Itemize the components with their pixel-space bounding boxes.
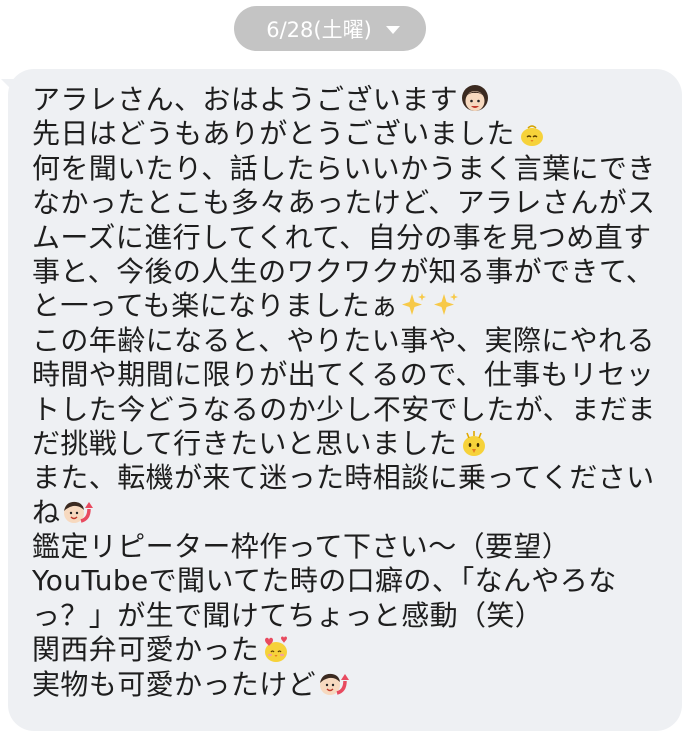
date-header[interactable]: 6/28(土曜): [234, 6, 426, 51]
message-line: 何を聞いたり、話したらいいかうまく言葉にでき: [32, 151, 656, 185]
message-line: ね: [32, 496, 662, 530]
message-line: っ？」が生で聞けてちょっと感動（笑）: [32, 598, 544, 632]
message-line: と一っても楽になりましたぁ: [32, 289, 662, 323]
message-line: 事と、今後の人生のワクワクが知る事ができて、: [32, 254, 655, 288]
message-line: 実物も可愛かったけど: [32, 668, 662, 702]
message-line: だ挑戦して行きたいと思いました: [32, 427, 662, 461]
excited-chick-emoji-icon: [459, 428, 489, 458]
message-line: 鑑定リピーター枠作って下さい〜（要望）: [32, 530, 571, 564]
message-line: また、転機が来て迷った時相談に乗ってください: [32, 461, 655, 495]
message-line: YouTubeで聞いてた時の口癖の、「なんやろな: [32, 564, 617, 598]
message-line: トした今どうなるのか少し不安でしたが、まだま: [32, 392, 656, 426]
chevron-down-icon: [385, 25, 400, 34]
chick-with-hearts-emoji-icon: [261, 634, 293, 664]
message-bubble: アラレさん、おはようございます 先日はどうもありがとうございました 何を聞いたり…: [1, 69, 682, 731]
woman-face-emoji-icon: [460, 84, 490, 114]
face-with-arrow-emoji-icon: [62, 497, 94, 527]
message-line: 時間や期間に限りが出てくるので、仕事もリセッ: [32, 358, 655, 392]
message-line: 関西弁可愛かった: [32, 633, 662, 667]
face-with-arrow-emoji-icon: [318, 669, 350, 699]
message-line: アラレさん、おはようございます: [32, 83, 662, 117]
bowing-chick-emoji-icon: [517, 118, 547, 148]
message-line: この年齢になると、やりたい事や、実際にやれる: [32, 323, 655, 357]
message-line: 先日はどうもありがとうございました: [32, 117, 662, 151]
date-label: 6/28(土曜): [266, 17, 372, 42]
sparkles-emoji-icon: [400, 290, 464, 320]
message-line: ムーズに進行してくれて、自分の事を見つめ直す: [32, 220, 652, 254]
message-line: なかったとこも多々あったけど、アラレさんがス: [32, 186, 656, 220]
